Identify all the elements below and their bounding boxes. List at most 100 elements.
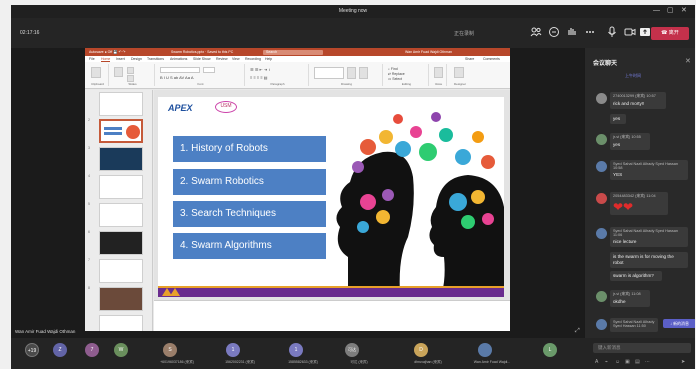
align-icons[interactable]: ≡ ≡ ≡ ≡ ▤ xyxy=(250,75,268,80)
avatar xyxy=(596,193,607,204)
slide-thumbnail[interactable] xyxy=(99,287,143,311)
send-icon[interactable]: ➤ xyxy=(681,359,685,365)
meeting-toolbar: 02:17:16 正在录制 ☎ 离开 xyxy=(11,18,695,48)
reset-icon[interactable] xyxy=(127,75,134,82)
chat-icon[interactable] xyxy=(548,25,560,39)
topic-swarm-algorithms: 4. Swarm Algorithms xyxy=(173,233,326,259)
attach-icon[interactable]: ⌁ xyxy=(605,359,608,365)
slide-thumbnail[interactable] xyxy=(99,203,143,227)
maximize-icon[interactable]: ▢ xyxy=(667,7,674,15)
participant-tile[interactable]: D dhruvajhan (来宾) xyxy=(402,341,454,368)
slide-thumbnail-selected[interactable] xyxy=(99,119,143,143)
close-window-icon[interactable]: ✕ xyxy=(681,7,687,15)
tab-animations[interactable]: Animations xyxy=(170,57,187,61)
shared-screen: Autosave ● Off 💾 ↶ ↷ Swarm Robotics.pptx… xyxy=(11,48,584,338)
shapes-gallery[interactable] xyxy=(314,67,344,79)
message-sender: 2054483342 (来宾) 11:04 xyxy=(613,194,656,198)
more-icon[interactable] xyxy=(584,25,596,39)
participant-avatar: L xyxy=(543,343,557,357)
tab-review[interactable]: Review xyxy=(216,57,227,61)
design-ideas-icon[interactable] xyxy=(454,67,464,78)
participant-tile[interactable]: Wan Amir Fuad Wajdi... xyxy=(466,341,518,368)
apex-logo: APEX xyxy=(168,103,193,113)
topic-swarm-robotics: 2. Swarm Robotics xyxy=(173,169,326,195)
font-size-select[interactable] xyxy=(203,67,215,73)
slide-thumbnail-pane: 2 3 4 5 6 7 8 xyxy=(85,90,153,331)
mic-icon[interactable] xyxy=(606,25,618,39)
slide-thumbnail[interactable] xyxy=(99,231,143,255)
tab-transitions[interactable]: Transitions xyxy=(147,57,164,61)
recording-indicator: 正在录制 xyxy=(454,31,475,37)
font-format-icons[interactable]: B I U S ab AV Aa A xyxy=(160,75,194,80)
slide-thumbnail[interactable] xyxy=(99,315,143,331)
camera-icon[interactable] xyxy=(624,25,636,39)
participant-tile[interactable]: L xyxy=(531,341,583,368)
chat-date-divider: 上午时间 xyxy=(625,73,641,78)
format-icon[interactable]: A xyxy=(595,359,598,365)
ribbon-group-paragraph: ☰ ☰ ⇤ ⇥ ↕ ≡ ≡ ≡ ≡ ▤ Paragraph xyxy=(247,64,309,86)
slide-thumbnail[interactable] xyxy=(99,259,143,283)
minimize-icon[interactable]: — xyxy=(653,7,660,15)
new-messages-button[interactable]: ↓ 新的消息 xyxy=(663,319,695,328)
close-chat-icon[interactable]: ✕ xyxy=(685,57,691,65)
tab-slide-show[interactable]: Slide Show xyxy=(193,57,211,61)
ribbon-label-designer: Designer xyxy=(453,82,466,86)
tab-recording[interactable]: Recording xyxy=(245,57,261,61)
message-text: swarm is algorithm? xyxy=(613,273,654,278)
reactions-icon[interactable] xyxy=(566,25,578,39)
participant-tile[interactable]: 可达 可达 (来宾) xyxy=(333,341,385,368)
participant-tile[interactable]: S +60196037186 (来宾) xyxy=(151,341,203,368)
tab-help[interactable]: Help xyxy=(265,57,272,61)
quick-styles-icon[interactable] xyxy=(359,67,368,79)
participant-tile[interactable]: W xyxy=(102,341,154,368)
participant-avatar: 1 xyxy=(226,343,240,357)
tab-view[interactable]: View xyxy=(232,57,240,61)
participant-tile[interactable]: 1 1562002231 (来宾) xyxy=(214,341,266,368)
paste-icon[interactable] xyxy=(91,67,101,78)
avatar xyxy=(596,161,607,172)
hearts-emoji: ❤❤ xyxy=(613,200,634,214)
notes-area[interactable] xyxy=(154,300,510,331)
chat-title: 会议聊天 xyxy=(593,61,618,67)
slide-thumbnail[interactable] xyxy=(99,175,143,199)
arrange-icon[interactable] xyxy=(347,67,356,79)
participant-tile[interactable]: 1 1585582633 (来宾) xyxy=(277,341,329,368)
tab-design[interactable]: Design xyxy=(131,57,142,61)
dictate-icon[interactable] xyxy=(434,67,443,78)
message-bubble: 2054483342 (来宾) 11:04 ❤❤ xyxy=(610,192,668,215)
new-slide-icon[interactable] xyxy=(114,67,123,77)
participant-avatar: S xyxy=(163,343,177,357)
leave-button[interactable]: ☎ 离开 xyxy=(651,27,689,40)
share-icon[interactable] xyxy=(639,25,651,39)
two-heads-illustration xyxy=(336,112,504,293)
sticker-icon[interactable]: ▤ xyxy=(635,359,640,365)
gif-icon[interactable]: ▣ xyxy=(625,359,630,365)
share-button[interactable]: Share xyxy=(465,57,474,61)
editing-icons[interactable]: ⌕ Find ⇄ Replace ▭ Select xyxy=(388,67,405,82)
people-icon[interactable] xyxy=(530,25,542,39)
paragraph-icons[interactable]: ☰ ☰ ⇤ ⇥ ↕ xyxy=(250,67,270,72)
message-bubble: yes xyxy=(610,114,626,124)
expand-icon[interactable]: ⤢ xyxy=(575,328,580,335)
teams-window: Meeting now — ▢ ✕ 02:17:16 正在录制 ☎ 离开 Aut… xyxy=(11,5,695,369)
tab-file[interactable]: File xyxy=(89,57,95,61)
ribbon-group-slides: Slides xyxy=(111,64,155,86)
participant-overflow-count[interactable]: +19 xyxy=(25,343,39,357)
tab-insert[interactable]: Insert xyxy=(116,57,125,61)
meeting-chat-panel: 会议聊天 ✕ 上午时间 2740013299 (来宾) 10:57 rick a… xyxy=(584,48,695,338)
slide-thumbnail[interactable] xyxy=(99,92,143,116)
chat-compose-input[interactable]: 键入新消息 xyxy=(593,343,691,353)
slide-thumbnail[interactable] xyxy=(99,147,143,171)
ppt-title-bar: Autosave ● Off 💾 ↶ ↷ Swarm Robotics.pptx… xyxy=(85,48,510,56)
message-bubble: Syed Sahal Nazli Alhady Syed Hassan 11:0… xyxy=(610,227,688,247)
ppt-autosave[interactable]: Autosave ● Off 💾 ↶ ↷ xyxy=(89,50,125,54)
comments-button[interactable]: Comments xyxy=(483,57,500,61)
participant-avatar: 7 xyxy=(85,343,99,357)
font-family-select[interactable] xyxy=(160,67,200,73)
ppt-search-box[interactable]: Search xyxy=(263,49,323,55)
message-sender: jr-vi (来宾) 10:55 xyxy=(613,135,641,139)
more-options-icon[interactable]: ⋯ xyxy=(645,359,650,365)
emoji-icon[interactable]: ☺ xyxy=(615,359,620,365)
layout-icon[interactable] xyxy=(127,67,134,74)
current-slide[interactable]: APEX USM 1. History of Robots 2. Swarm R… xyxy=(158,97,504,297)
